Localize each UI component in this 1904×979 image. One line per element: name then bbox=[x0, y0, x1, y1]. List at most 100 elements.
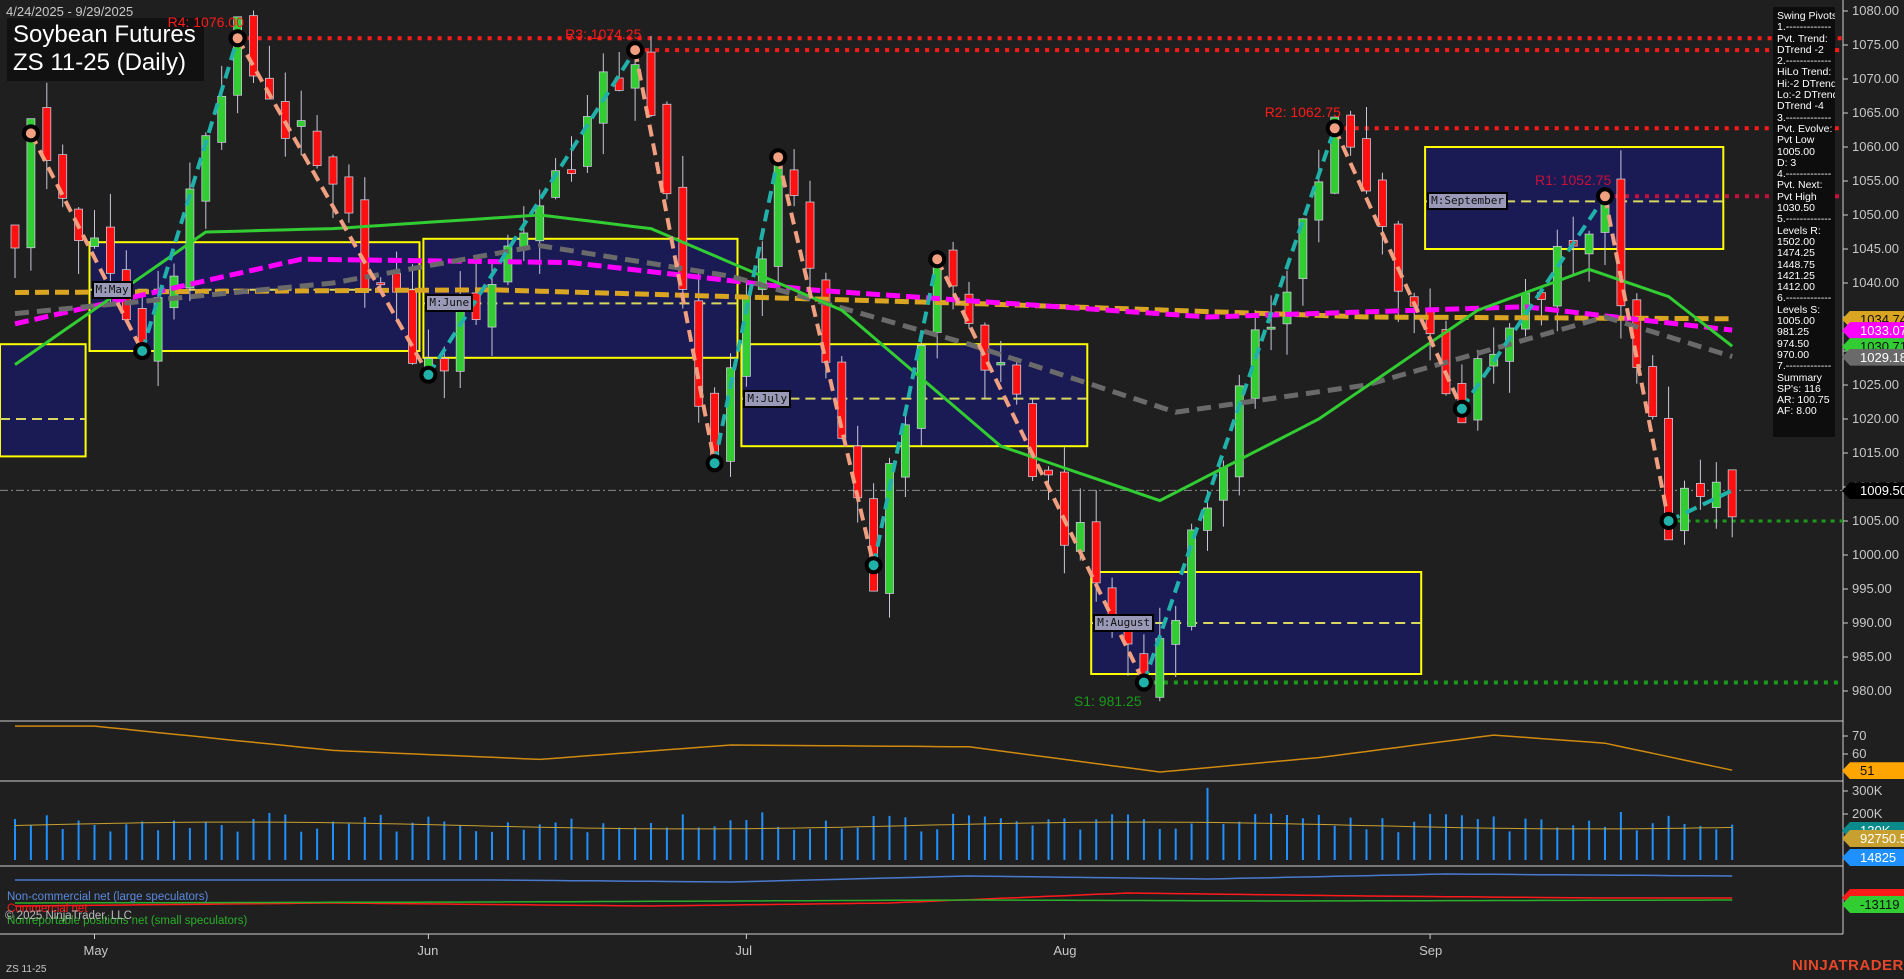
month-label: Sep bbox=[1419, 943, 1443, 958]
candle-body bbox=[1171, 620, 1181, 645]
price-tick-label: 1065.00 bbox=[1852, 105, 1899, 120]
price-tick-label: 1050.00 bbox=[1852, 207, 1899, 222]
swing-low-marker bbox=[133, 342, 152, 360]
info-line: 7.------------- bbox=[1777, 360, 1832, 373]
candle-body bbox=[106, 226, 115, 274]
candle-body bbox=[1012, 364, 1022, 395]
price-tick-label: 990.00 bbox=[1852, 615, 1892, 630]
price-badge: 1033.07 bbox=[1842, 322, 1904, 340]
volume-badge: 14825 bbox=[1842, 849, 1904, 866]
candle-body bbox=[1266, 326, 1276, 330]
candle-body bbox=[646, 51, 656, 116]
monthly-box-label: M:July bbox=[743, 389, 792, 408]
monthly-box-label: M:September bbox=[1427, 192, 1508, 211]
swing-high-marker bbox=[626, 41, 645, 60]
candle-body bbox=[408, 289, 417, 364]
title-contract: ZS 11-25 (Daily) bbox=[13, 49, 186, 76]
swing-high-marker bbox=[769, 148, 788, 167]
monthly-box-label: M:August bbox=[1093, 614, 1155, 632]
price-chart[interactable] bbox=[0, 0, 1904, 979]
swing-high-marker bbox=[228, 29, 247, 48]
volume-tick-label: 200K bbox=[1852, 806, 1883, 821]
level-label: R4: 1076.00 bbox=[167, 14, 244, 31]
ninjatrader-logo: NINJATRADER bbox=[1792, 957, 1904, 974]
date-range: 4/24/2025 - 9/29/2025 bbox=[6, 4, 134, 19]
candle-body bbox=[328, 156, 338, 185]
candle-body bbox=[423, 358, 433, 367]
rsi-line bbox=[15, 725, 1733, 773]
candle-body bbox=[249, 15, 258, 77]
level-label: R2: 1062.75 bbox=[1264, 104, 1341, 121]
candle-body bbox=[1060, 471, 1069, 546]
candle-body bbox=[1584, 233, 1594, 255]
candle-body bbox=[1250, 329, 1260, 399]
rsi-badge: 51 bbox=[1842, 762, 1904, 780]
candle-body bbox=[1155, 638, 1165, 698]
candle-body bbox=[1552, 245, 1562, 307]
candle-body bbox=[376, 282, 386, 286]
info-line: Pvt Low bbox=[1777, 134, 1815, 147]
candle-body bbox=[10, 224, 20, 249]
price-tick-label: 1040.00 bbox=[1852, 275, 1899, 290]
price-tick-label: 1020.00 bbox=[1852, 411, 1899, 426]
price-tick-label: 1025.00 bbox=[1852, 377, 1899, 392]
candle-body bbox=[1425, 310, 1435, 335]
price-tick-label: 1070.00 bbox=[1852, 71, 1899, 86]
month-label: Jun bbox=[417, 943, 439, 958]
candle-body bbox=[662, 103, 672, 195]
monthly-box-label: M:May bbox=[91, 280, 133, 299]
cot-badge: -13119 bbox=[1842, 896, 1904, 913]
price-tick-label: 1060.00 bbox=[1852, 139, 1899, 154]
candle-body bbox=[1711, 481, 1721, 508]
info-line: 1474.25 bbox=[1777, 247, 1815, 260]
info-line: AF: 8.00 bbox=[1777, 405, 1817, 418]
price-tick-label: 1075.00 bbox=[1852, 37, 1899, 52]
price-tick-label: 995.00 bbox=[1852, 581, 1892, 596]
candle-body bbox=[1075, 522, 1085, 552]
candle-body bbox=[296, 120, 306, 127]
info-line: DTrend -4 bbox=[1777, 100, 1824, 113]
swing-low-marker bbox=[705, 454, 724, 473]
candle-body bbox=[1219, 467, 1228, 501]
info-line: 1.------------- bbox=[1777, 21, 1832, 34]
candle-body bbox=[344, 176, 354, 214]
candle-body bbox=[1044, 469, 1053, 476]
candle-body bbox=[1346, 114, 1355, 148]
price-tick-label: 1045.00 bbox=[1852, 241, 1899, 256]
swing-pivots-panel: Swing Pivots 1.------------- Pvt. Trend: DT… bbox=[1773, 7, 1835, 437]
candle-body bbox=[1282, 291, 1292, 325]
candle-body bbox=[789, 169, 799, 196]
candle-body bbox=[630, 64, 640, 89]
candle-body bbox=[1187, 529, 1196, 627]
price-tick-label: 1080.00 bbox=[1852, 3, 1899, 18]
candle-body bbox=[1028, 403, 1037, 478]
candle-body bbox=[439, 358, 449, 372]
price-tick-label: 980.00 bbox=[1852, 683, 1892, 698]
candle-body bbox=[487, 284, 497, 328]
swing-low-marker bbox=[419, 365, 438, 384]
swing-low-marker bbox=[1452, 399, 1471, 418]
swing-high-marker bbox=[928, 250, 947, 269]
monthly-box-label: M:June bbox=[425, 294, 474, 313]
price-tick-label: 1000.00 bbox=[1852, 547, 1899, 562]
candle-body bbox=[1616, 178, 1626, 307]
info-line: 981.25 bbox=[1777, 326, 1810, 339]
candle-body bbox=[90, 237, 99, 247]
candle-body bbox=[567, 169, 576, 174]
price-badge: 1009.50 bbox=[1842, 482, 1904, 500]
candle-body bbox=[280, 101, 290, 139]
swing-high-marker bbox=[1596, 187, 1614, 206]
month-label: May bbox=[83, 943, 109, 958]
rsi-tick-label: 60 bbox=[1852, 746, 1867, 761]
month-label: Jul bbox=[735, 943, 753, 958]
candle-body bbox=[312, 130, 322, 166]
price-tick-label: 985.00 bbox=[1852, 649, 1892, 664]
legend-noncommercial: Non-commercial net (large speculators) bbox=[7, 891, 209, 903]
candle-body bbox=[1680, 487, 1689, 532]
level-label: R1: 1052.75 bbox=[1535, 172, 1612, 189]
candle-body bbox=[1091, 521, 1101, 584]
candle-body bbox=[948, 249, 958, 287]
month-label: Aug bbox=[1053, 943, 1077, 958]
price-tick-label: 1055.00 bbox=[1852, 173, 1899, 188]
copyright: © 2025 NinjaTrader, LLC bbox=[5, 910, 132, 922]
